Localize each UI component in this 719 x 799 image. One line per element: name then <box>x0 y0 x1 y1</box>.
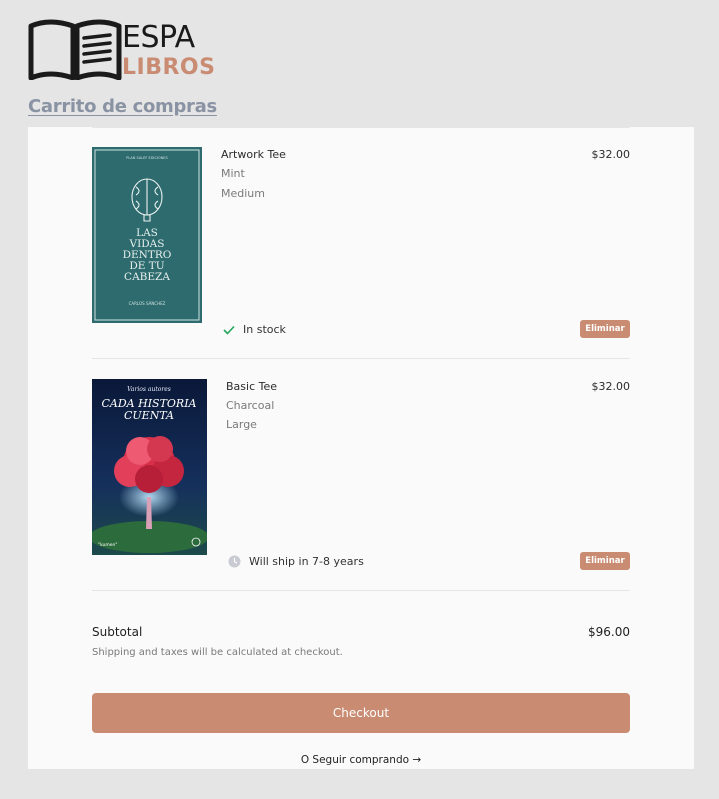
cover-title-line: CABEZA <box>124 271 170 283</box>
subtotal-value: $96.00 <box>588 625 630 639</box>
stock-status: In stock <box>223 323 286 336</box>
cart-item: PLAN SALEF EDICIONES LAS VIDAS DENTRO DE… <box>92 147 630 343</box>
clock-icon <box>228 555 241 568</box>
item-size: Large <box>226 418 257 431</box>
checkout-button[interactable]: Checkout <box>92 693 630 733</box>
item-price: $32.00 <box>591 380 631 393</box>
shipping-note: Shipping and taxes will be calculated at… <box>92 647 343 658</box>
book-cover-image[interactable]: PLAN SALEF EDICIONES LAS VIDAS DENTRO DE… <box>92 147 202 323</box>
brand-name-top: ESPA <box>122 20 195 55</box>
page-title[interactable]: Carrito de compras <box>28 96 217 117</box>
item-color: Mint <box>221 167 245 180</box>
cover-publisher: PLAN SALEF EDICIONES <box>126 156 168 160</box>
shipping-status: Will ship in 7-8 years <box>228 555 364 568</box>
subtotal-label: Subtotal <box>92 625 143 639</box>
shipping-status-text: Will ship in 7-8 years <box>249 555 364 568</box>
cover-author: CARLOS SÁNCHEZ <box>129 301 166 306</box>
item-name[interactable]: Artwork Tee <box>221 148 286 161</box>
stock-status-text: In stock <box>243 323 286 336</box>
item-name[interactable]: Basic Tee <box>226 380 277 393</box>
remove-item-button[interactable]: Eliminar <box>580 552 630 570</box>
divider <box>92 590 630 591</box>
check-icon <box>223 325 235 335</box>
divider <box>92 127 630 128</box>
cover-title-line: CUENTA <box>124 409 174 422</box>
item-price: $32.00 <box>591 148 631 161</box>
item-color: Charcoal <box>226 399 275 412</box>
divider <box>92 358 630 359</box>
book-cover-image[interactable]: Varios autores CADA HISTORIA CUENTA "kum… <box>92 379 207 555</box>
brand-name-bottom: LIBROS <box>122 55 216 80</box>
continue-shopping-link[interactable]: O Seguir comprando → <box>28 754 694 766</box>
item-size: Medium <box>221 187 265 200</box>
brand-logo[interactable]: ESPA LIBROS <box>28 18 218 82</box>
cart-item: Varios autores CADA HISTORIA CUENTA "kum… <box>92 379 630 575</box>
remove-item-button[interactable]: Eliminar <box>580 320 630 338</box>
cover-author: Varios autores <box>127 386 171 393</box>
cart-panel: PLAN SALEF EDICIONES LAS VIDAS DENTRO DE… <box>28 127 694 769</box>
open-book-icon <box>28 19 122 80</box>
cover-publisher: "kumen" <box>98 542 117 548</box>
